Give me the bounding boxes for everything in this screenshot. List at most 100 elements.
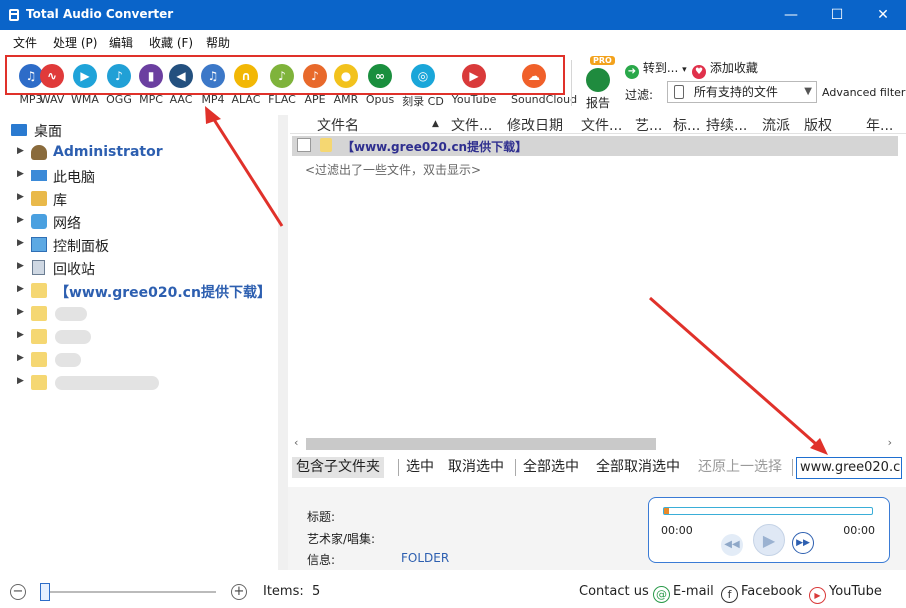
tree-item-gree-folder[interactable]: ▶ 【www.gree020.cn提供下载】 [0,280,278,302]
goto-dropdown-icon: ▾ [682,65,687,75]
tree-item-administrator[interactable]: ▶ Administrator [0,142,278,164]
column-filesize[interactable]: 文件... [581,115,622,135]
email-link[interactable]: @ E-mail [653,584,714,603]
youtube-link[interactable]: ▶ YouTube [809,584,882,604]
scroll-left-icon[interactable]: ‹ [294,436,298,449]
menu-help[interactable]: 帮助 [206,34,230,51]
minimize-button[interactable]: — [768,0,814,30]
youtube-label: YouTube [829,584,882,599]
menu-favorites[interactable]: 收藏 (F) [149,34,193,51]
restore-selection-button[interactable]: 还原上一选择 [694,457,786,478]
tree-item-recycle-bin[interactable]: ▶ 回收站 [0,257,278,279]
expand-arrow-icon[interactable]: ▶ [17,192,24,202]
filtered-files-note[interactable]: <过滤出了一些文件，双击显示> [305,161,481,178]
play-button[interactable]: ▶ [753,524,785,556]
rewind-button[interactable]: ◀◀ [721,534,743,556]
selection-pattern-input[interactable]: www.gree020.cn [796,457,902,479]
format-button-opus[interactable]: ∞ Opus [357,64,403,106]
facebook-link[interactable]: f Facebook [721,584,802,603]
format-label: 刻录 CD [402,95,444,108]
include-subfolders-toggle[interactable]: 包含子文件夹 [292,457,384,478]
tree-item-blurred[interactable]: ▶ [0,372,278,394]
expand-arrow-icon[interactable]: ▶ [17,215,24,225]
zoom-out-icon[interactable]: − [10,584,26,600]
goto-label: 转到... [642,61,679,75]
tree-item-blurred[interactable]: ▶ [0,303,278,325]
format-button-soundcloud[interactable]: ☁ SoundCloud [511,64,577,106]
column-filename[interactable]: 文件名 [317,115,359,135]
add-favorite-button[interactable]: ♥ 添加收藏 [692,59,758,79]
forward-button[interactable]: ▶▶ [792,532,814,554]
expand-arrow-icon[interactable]: ▶ [17,376,24,386]
contact-us-link[interactable]: Contact us [579,584,649,599]
folder-tree: 桌面 ▶ Administrator ▶ 此电脑 ▶ 库 ▶ 网络 ▶ 控制面板… [0,115,278,570]
tree-item-label: 此电脑 [53,170,95,186]
facebook-icon: f [721,586,738,603]
format-button-刻录-cd[interactable]: ◎ 刻录 CD [400,64,446,109]
total-time: 00:00 [843,524,875,537]
expand-arrow-icon[interactable]: ▶ [17,353,24,363]
filter-select[interactable]: 所有支持的文件 ▼ [667,81,817,103]
tree-item-blurred[interactable]: ▶ [0,349,278,371]
zoom-slider-thumb[interactable] [40,583,50,601]
format-button-youtube[interactable]: ▶ YouTube [451,64,497,106]
tree-item-label: 【www.gree020.cn提供下载】 [55,285,271,301]
zoom-slider[interactable] [40,591,216,593]
deselect-all-button[interactable]: 全部取消选中 [592,457,684,478]
playback-progress[interactable] [663,507,873,515]
advanced-filter-link[interactable]: Advanced filter [822,86,905,99]
maximize-button[interactable]: ☐ [814,0,860,30]
column-modified[interactable]: 修改日期 [507,115,563,135]
progress-knob[interactable] [664,508,669,514]
tree-item-blurred[interactable]: ▶ [0,326,278,348]
scroll-right-icon[interactable]: › [888,436,892,449]
deselect-button[interactable]: 取消选中 [444,457,508,478]
tree-item-desktop[interactable]: 桌面 [0,119,278,141]
expand-arrow-icon[interactable]: ▶ [17,238,24,248]
elapsed-time: 00:00 [661,524,693,537]
expand-arrow-icon[interactable]: ▶ [17,284,24,294]
report-button[interactable]: PRO 报告 [580,56,616,111]
row-checkbox[interactable] [297,138,311,152]
zoom-in-icon[interactable]: + [231,584,247,600]
select-all-button[interactable]: 全部选中 [519,457,583,478]
scroll-thumb[interactable] [306,438,656,450]
expand-arrow-icon[interactable]: ▶ [17,146,24,156]
horizontal-scrollbar[interactable]: ‹ › [290,436,906,452]
column-filetype[interactable]: 文件... [451,115,492,135]
column-genre[interactable]: 流派 [762,115,790,135]
file-row[interactable]: 【www.gree020.cn提供下载】 [292,136,898,156]
expand-arrow-icon[interactable]: ▶ [17,330,24,340]
separator [515,459,516,476]
menu-edit[interactable]: 编辑 [109,34,133,51]
tree-item-label: 库 [53,193,67,209]
column-duration[interactable]: 持续... [706,115,747,135]
expand-arrow-icon[interactable]: ▶ [17,261,24,271]
filter-label: 过滤: [625,88,654,102]
column-artist[interactable]: 艺... [635,115,662,135]
status-bar: − + Items: 5 Contact us @ E-mail f Faceboo… [0,578,906,608]
tree-item-label: Administrator [53,144,163,160]
items-count: 5 [312,584,321,599]
alac-icon: ∩ [234,64,258,88]
menu-process[interactable]: 处理 (P) [53,34,97,51]
goto-button[interactable]: ➜ 转到... ▾ [625,59,687,79]
pane-splitter[interactable] [278,115,288,570]
expand-arrow-icon[interactable]: ▶ [17,169,24,179]
tree-item-network[interactable]: ▶ 网络 [0,211,278,233]
select-button[interactable]: 选中 [402,457,438,478]
tree-item-control-panel[interactable]: ▶ 控制面板 [0,234,278,256]
tree-item-library[interactable]: ▶ 库 [0,188,278,210]
audio-player: 00:00 00:00 ◀◀ ▶ ▶▶ [648,497,890,563]
tree-item-this-pc[interactable]: ▶ 此电脑 [0,165,278,187]
close-button[interactable]: ✕ [860,0,906,30]
column-title[interactable]: 标... [673,115,700,135]
menu-file[interactable]: 文件 [13,34,37,51]
column-year[interactable]: 年... [866,115,893,135]
column-copyright[interactable]: 版权 [804,115,832,135]
app-icon [9,9,19,21]
desktop-icon [11,124,27,136]
menu-bar: 文件 处理 (P) 编辑 收藏 (F) 帮助 [0,30,906,54]
expand-arrow-icon[interactable]: ▶ [17,307,24,317]
folder-icon [320,138,332,152]
